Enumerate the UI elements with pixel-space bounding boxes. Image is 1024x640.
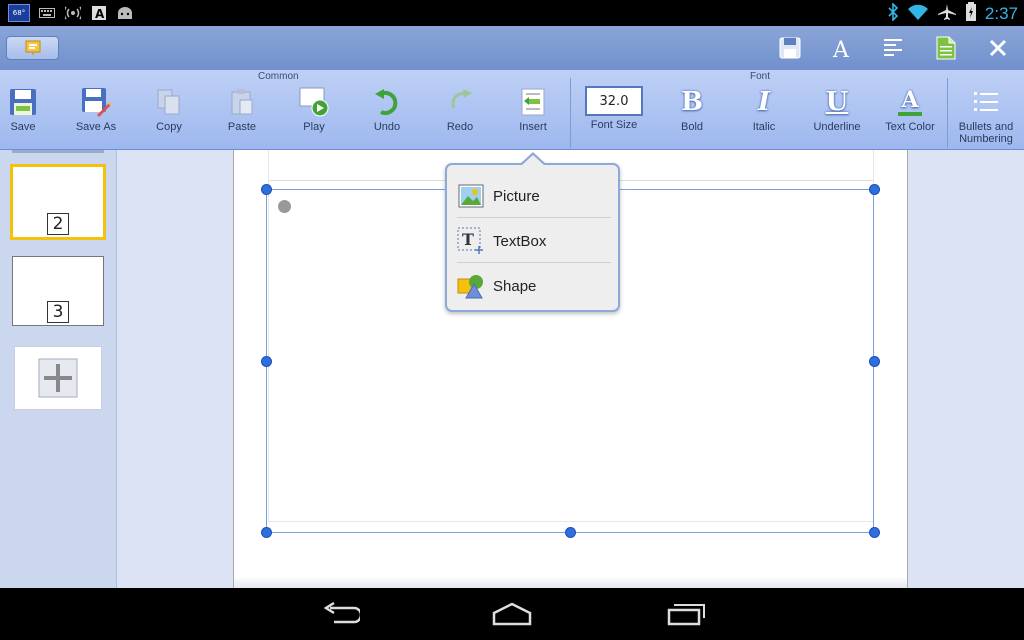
undo-button[interactable]: Undo (352, 86, 422, 148)
picture-icon (457, 182, 485, 210)
clock-time: 2:37 (984, 4, 1018, 23)
slide-thumbnail[interactable]: 3 (12, 256, 104, 326)
text-color-icon: A (894, 86, 926, 118)
play-button[interactable]: Play (279, 86, 349, 148)
font-group-title: Font (750, 71, 771, 82)
svg-text:A: A (832, 38, 850, 59)
slide-thumbnail-panel[interactable]: 2 3 (0, 150, 117, 588)
document-icon[interactable] (932, 34, 960, 62)
font-size-input[interactable]: 32.0 (585, 86, 643, 116)
copy-icon (153, 86, 185, 118)
text-color-swatch (898, 112, 922, 116)
resize-handle-bottom[interactable] (565, 527, 576, 538)
font-size-control[interactable]: 32.0 Font Size (579, 86, 649, 148)
insert-icon (517, 86, 549, 118)
play-slideshow-icon (298, 86, 330, 118)
redo-icon (444, 86, 476, 118)
italic-icon: I (757, 87, 771, 117)
resize-handle-top-right[interactable] (869, 184, 880, 195)
recent-apps-icon (667, 604, 705, 626)
title-bar: A (0, 26, 1024, 70)
home-button[interactable] (490, 600, 534, 628)
svg-text:T: T (462, 230, 474, 249)
text-color-button[interactable]: A Text Color (875, 86, 945, 148)
font-app-icon: A (90, 5, 108, 21)
android-icon (116, 5, 134, 21)
bold-icon: B (681, 87, 703, 117)
undo-icon (371, 86, 403, 118)
shape-icon (457, 272, 485, 300)
ribbon-toolbar: Common Font Save Save As Copy Paste Play (0, 70, 1024, 150)
italic-button[interactable]: I Italic (729, 86, 799, 148)
resize-handle-bottom-left[interactable] (261, 527, 272, 538)
underline-icon: U (825, 87, 849, 117)
copy-button[interactable]: Copy (134, 86, 204, 148)
insert-shape-item[interactable]: Shape (457, 264, 611, 308)
ribbon-separator (947, 78, 948, 148)
weather-temperature: 68° (8, 4, 30, 22)
save-icon[interactable] (776, 34, 804, 62)
slide-thumbnail-previous[interactable] (12, 150, 104, 153)
slide-thumbnail[interactable]: 2 (10, 164, 106, 240)
bullets-numbering-button[interactable]: Bullets and Numbering (951, 86, 1021, 148)
close-icon[interactable] (984, 34, 1012, 62)
rotation-handle[interactable] (278, 200, 291, 213)
paste-button[interactable]: Paste (207, 86, 277, 148)
ribbon-separator (570, 78, 571, 148)
airplane-icon (937, 3, 957, 25)
resize-handle-bottom-right[interactable] (869, 527, 880, 538)
signal-icon (64, 5, 82, 21)
add-slide-button[interactable] (14, 346, 102, 410)
font-icon[interactable]: A (828, 34, 856, 62)
align-icon[interactable] (880, 34, 908, 62)
svg-text:A: A (95, 7, 105, 20)
wifi-icon (907, 3, 929, 25)
slide-number: 3 (47, 301, 69, 323)
insert-textbox-item[interactable]: T TextBox (457, 219, 611, 263)
resize-handle-right[interactable] (869, 356, 880, 367)
menu-divider (457, 262, 611, 263)
insert-menu-popup: Picture T TextBox Shape (445, 163, 620, 312)
app-menu-button[interactable] (6, 36, 59, 60)
bluetooth-icon (887, 2, 899, 25)
presentation-app-icon (25, 40, 40, 55)
back-icon (323, 602, 360, 624)
page-bottom-shadow (234, 576, 907, 588)
recent-apps-button[interactable] (664, 600, 708, 628)
redo-button[interactable]: Redo (425, 86, 495, 148)
insert-picture-item[interactable]: Picture (457, 174, 611, 218)
navigation-bar (0, 588, 1024, 640)
plus-icon (38, 358, 78, 398)
insert-button[interactable]: Insert (498, 86, 568, 148)
floppy-save-as-icon (80, 86, 112, 118)
back-button[interactable] (318, 600, 362, 628)
resize-handle-left[interactable] (261, 356, 272, 367)
slide-number: 2 (47, 213, 69, 235)
popup-pointer-fill (522, 155, 544, 165)
bold-button[interactable]: B Bold (657, 86, 727, 148)
save-as-button[interactable]: Save As (61, 86, 131, 148)
menu-divider (457, 217, 611, 218)
underline-button[interactable]: U Underline (802, 86, 872, 148)
keyboard-icon (38, 5, 56, 21)
paste-icon (226, 86, 258, 118)
floppy-save-icon (7, 86, 39, 118)
save-button[interactable]: Save (0, 86, 58, 148)
textbox-icon: T (457, 227, 485, 255)
common-group-title: Common (258, 71, 299, 82)
battery-icon (965, 2, 977, 26)
status-bar: 68° A 2:37 (0, 0, 1024, 26)
home-icon (492, 602, 532, 626)
bullets-list-icon (970, 86, 1002, 118)
resize-handle-top-left[interactable] (261, 184, 272, 195)
